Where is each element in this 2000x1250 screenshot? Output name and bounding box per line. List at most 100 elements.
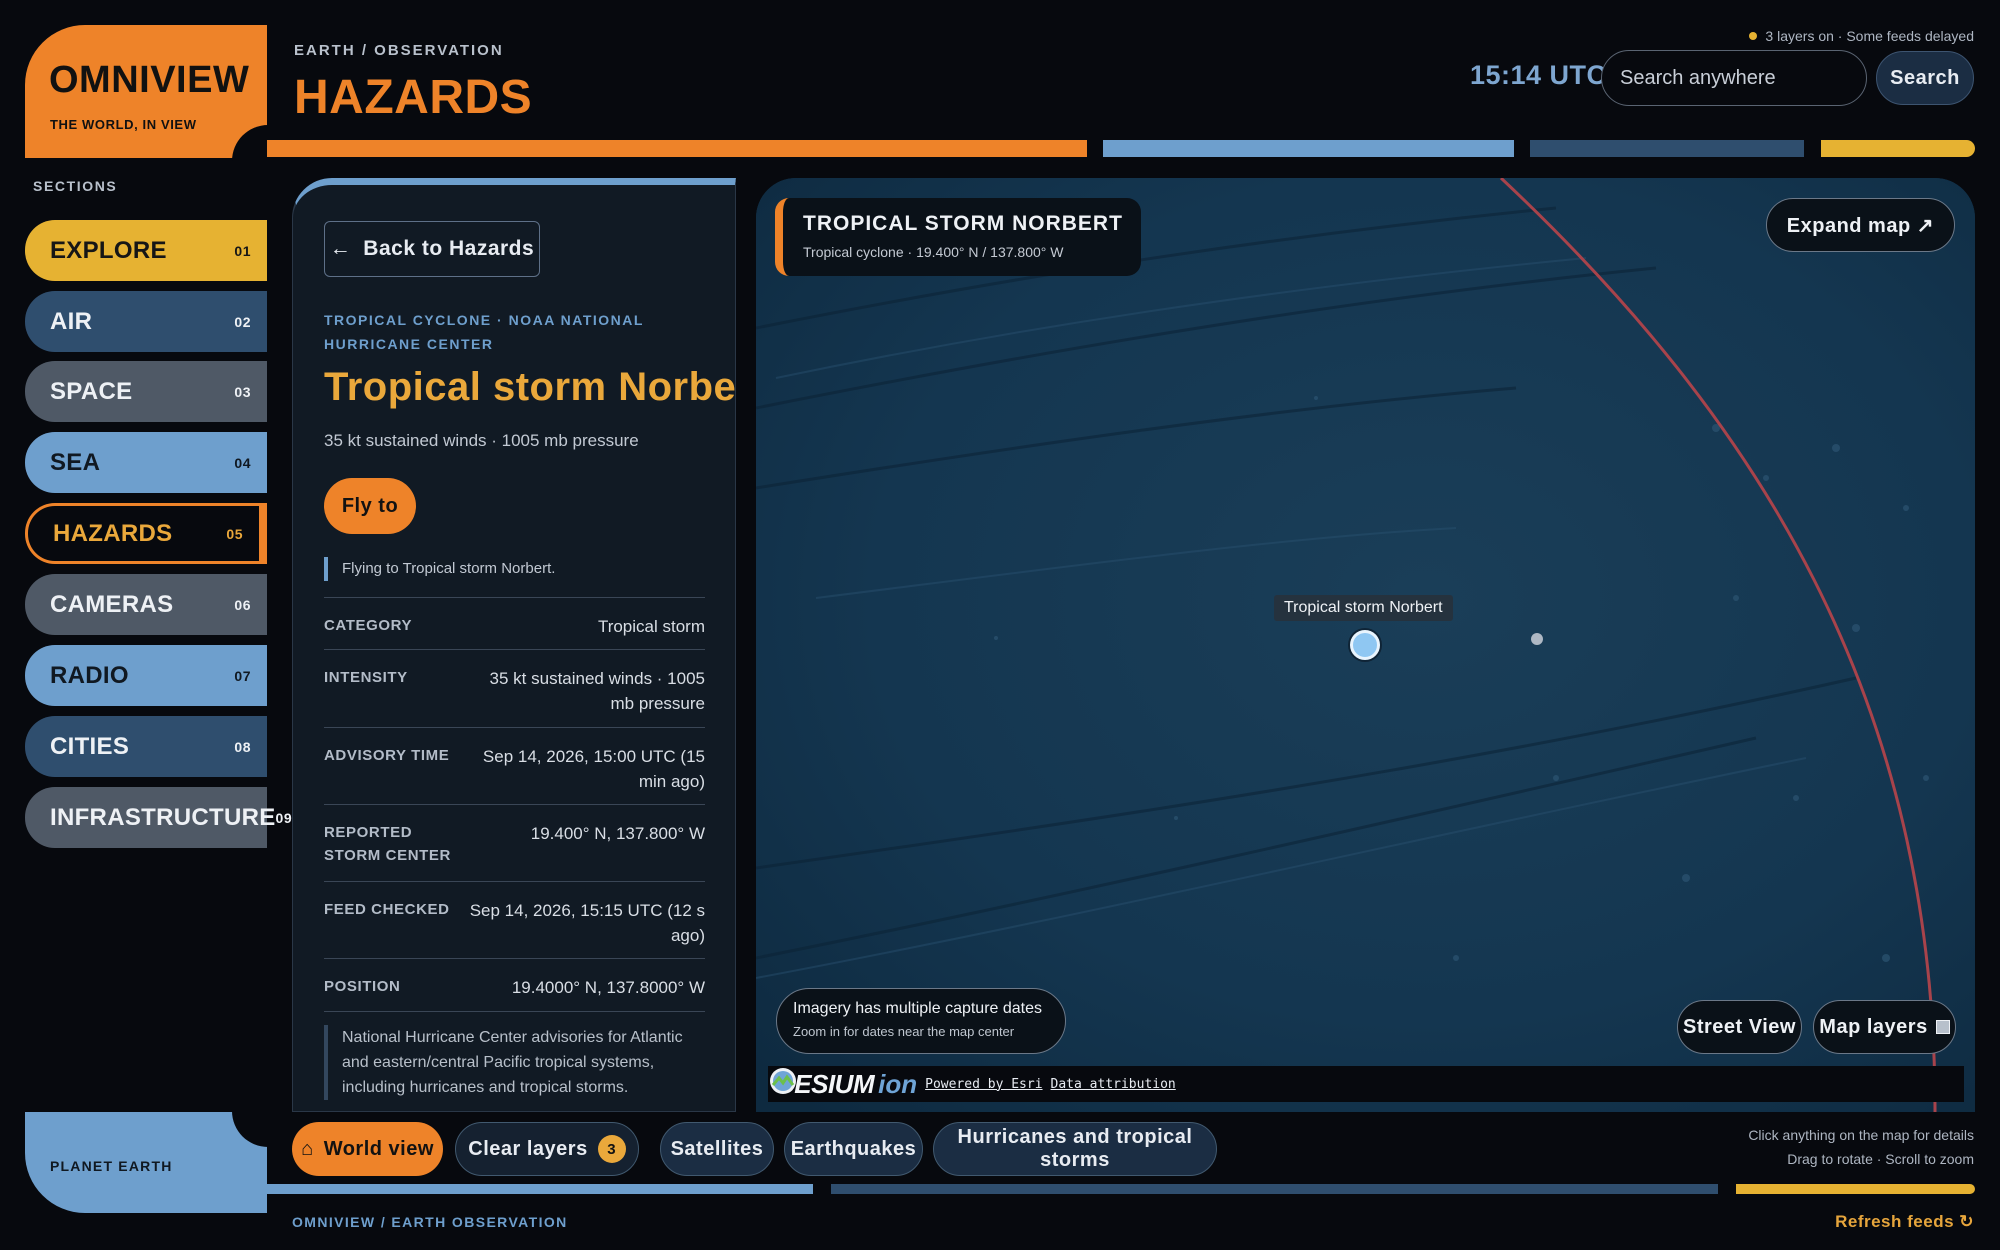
ion-wordmark: ion <box>878 1068 918 1099</box>
layer-status-text: 3 layers on · Some feeds delayed <box>1765 28 1974 44</box>
detail-value: 19.400° N, 137.800° W <box>530 824 705 843</box>
sidebar-item-number: 08 <box>234 738 251 755</box>
detail-key: FEED CHECKED <box>324 901 450 918</box>
detail-value: Sep 14, 2026, 15:00 UTC (15 min ago) <box>482 747 705 791</box>
header-stripe-gold <box>1821 140 1975 157</box>
sidebar-item-label: SPACE <box>50 377 133 405</box>
layer-chip-satellites[interactable]: Satellites <box>660 1122 774 1176</box>
detail-row-position: POSITION 19.4000° N, 137.8000° W <box>324 958 705 1012</box>
clear-layers-button[interactable]: Clear layers 3 <box>455 1122 639 1176</box>
arrow-left-icon: ← <box>329 237 352 260</box>
map-layers-label: Map layers <box>1819 1015 1928 1038</box>
world-view-button[interactable]: ⌂ World view <box>292 1122 443 1176</box>
imagery-title: Imagery has multiple capture dates <box>793 1000 1043 1017</box>
world-view-label: World view <box>323 1137 434 1160</box>
brand-tagline: THE WORLD, IN VIEW <box>50 117 197 132</box>
sidebar-item-number: 07 <box>234 667 251 684</box>
expand-map-button[interactable]: Expand map ↗ <box>1765 198 1955 252</box>
sidebar-item-infrastructure[interactable]: INFRASTRUCTURE 09 <box>25 787 292 848</box>
back-button-label: Back to Hazards <box>363 237 535 260</box>
search-button[interactable]: Search <box>1876 51 1974 105</box>
map-hint-drag: Drag to rotate · Scroll to zoom <box>1787 1151 1974 1167</box>
hazard-kicker: TROPICAL CYCLONE · NOAA NATIONAL HURRICA… <box>324 312 644 352</box>
detail-value: 19.4000° N, 137.8000° W <box>511 978 705 997</box>
sidebar-item-space[interactable]: SPACE 03 <box>25 361 267 422</box>
sidebar-item-cameras[interactable]: CAMERAS 06 <box>25 574 267 635</box>
data-attribution-link[interactable]: Data attribution <box>1051 1077 1176 1092</box>
detail-key: INTENSITY <box>324 669 408 686</box>
cesium-globe-icon <box>770 1068 796 1094</box>
brand-name: OMNIVIEW <box>49 59 250 101</box>
sidebar-item-number: 04 <box>234 454 251 471</box>
attribution-bar: CESIUM ion Powered by Esri Data attribut… <box>768 1066 1964 1102</box>
detail-row-intensity: INTENSITY 35 kt sustained winds · 1005 m… <box>324 649 705 727</box>
detail-key: REPORTED STORM CENTER <box>324 824 451 864</box>
secondary-marker[interactable] <box>1531 633 1543 645</box>
sidebar-item-number: 01 <box>234 242 251 259</box>
map-hazard-card: TROPICAL STORM NORBERT Tropical cyclone … <box>775 198 1141 276</box>
footer-stripe-blue <box>267 1184 813 1194</box>
back-to-hazards-button[interactable]: ← Back to Hazards <box>324 221 540 277</box>
sidebar-item-explore[interactable]: EXPLORE 01 <box>25 220 267 281</box>
header-stripe-navy <box>1530 140 1804 157</box>
storm-pin-marker[interactable] <box>1350 630 1380 660</box>
footer-breadcrumb: OMNIVIEW / EARTH OBSERVATION <box>292 1214 568 1230</box>
globe-map[interactable]: TROPICAL STORM NORBERT Tropical cyclone … <box>756 178 1975 1112</box>
search-input[interactable] <box>1601 50 1867 106</box>
sidebar-item-label: EXPLORE <box>50 236 167 264</box>
sidebar-item-label: INFRASTRUCTURE <box>50 803 276 831</box>
breadcrumb: EARTH / OBSERVATION <box>294 42 504 59</box>
sidebar-item-number: 06 <box>234 596 251 613</box>
sidebar-item-label: SEA <box>50 448 101 476</box>
fly-to-button[interactable]: Fly to <box>324 478 416 534</box>
detail-row-category: CATEGORY Tropical storm <box>324 597 705 649</box>
sidebar-item-air[interactable]: AIR 02 <box>25 291 267 352</box>
sections-label: SECTIONS <box>33 178 118 194</box>
powered-by-esri-link[interactable]: Powered by Esri <box>925 1077 1042 1092</box>
sidebar-item-number: 05 <box>226 525 243 542</box>
hazard-detail-panel[interactable]: ← Back to Hazards TROPICAL CYCLONE · NOA… <box>292 178 736 1112</box>
imagery-capture-notice: Imagery has multiple capture dates Zoom … <box>776 988 1066 1054</box>
cesium-ion-logo[interactable]: CESIUM ion <box>770 1068 918 1100</box>
detail-value: Tropical storm <box>597 617 705 636</box>
sidebar-item-sea[interactable]: SEA 04 <box>25 432 267 493</box>
imagery-subtitle: Zoom in for dates near the map center <box>793 1024 1015 1039</box>
layer-chip-hurricanes[interactable]: Hurricanes and tropical storms <box>933 1122 1217 1176</box>
sidebar-item-hazards[interactable]: HAZARDS 05 <box>25 503 267 564</box>
layer-chip-earthquakes[interactable]: Earthquakes <box>784 1122 923 1176</box>
hazard-description: National Hurricane Center advisories for… <box>324 1025 705 1100</box>
detail-row-advisory-time: ADVISORY TIME Sep 14, 2026, 15:00 UTC (1… <box>324 727 705 804</box>
sidebar-item-number: 09 <box>275 809 293 826</box>
map-layers-button[interactable]: Map layers <box>1813 1000 1956 1054</box>
sidebar-item-label: RADIO <box>50 661 129 689</box>
sidebar-item-label: HAZARDS <box>53 519 173 547</box>
sidebar-item-cities[interactable]: CITIES 08 <box>25 716 267 777</box>
layer-status: 3 layers on · Some feeds delayed <box>1749 28 1974 44</box>
map-card-subtitle: Tropical cyclone · 19.400° N / 137.800° … <box>803 244 1064 260</box>
detail-key: POSITION <box>324 978 401 995</box>
sidebar-item-label: AIR <box>50 307 93 335</box>
map-hint-click: Click anything on the map for details <box>1748 1127 1974 1143</box>
street-view-button[interactable]: Street View <box>1677 1000 1802 1054</box>
header-stripe-orange <box>267 140 1087 157</box>
refresh-feeds-link[interactable]: Refresh feeds ↻ <box>1835 1212 1974 1232</box>
sidebar-item-label: CAMERAS <box>50 590 174 618</box>
layers-icon <box>1935 1020 1950 1034</box>
page-title: HAZARDS <box>294 71 533 124</box>
hazard-title: Tropical storm Norbert <box>324 365 736 409</box>
layer-count-badge: 3 <box>597 1135 626 1163</box>
detail-value: Sep 14, 2026, 15:15 UTC (12 s ago) <box>469 901 705 945</box>
home-icon: ⌂ <box>301 1137 314 1160</box>
fly-status: Flying to Tropical storm Norbert. <box>324 557 555 581</box>
sidebar-item-radio[interactable]: RADIO 07 <box>25 645 267 706</box>
utc-clock: 15:14 UTC <box>1470 60 1607 90</box>
sidebar-item-number: 03 <box>234 383 251 400</box>
detail-value: 35 kt sustained winds · 1005 mb pressure <box>489 669 705 713</box>
footer-stripe-navy <box>831 1184 1718 1194</box>
status-dot-icon <box>1749 32 1758 40</box>
omniview-logo[interactable]: OMNIVIEW THE WORLD, IN VIEW <box>25 25 267 158</box>
map-card-title: TROPICAL STORM NORBERT <box>803 212 1123 235</box>
header-stripe-blue <box>1103 140 1514 157</box>
detail-key: CATEGORY <box>324 617 413 634</box>
storm-pin-label: Tropical storm Norbert <box>1274 595 1453 621</box>
